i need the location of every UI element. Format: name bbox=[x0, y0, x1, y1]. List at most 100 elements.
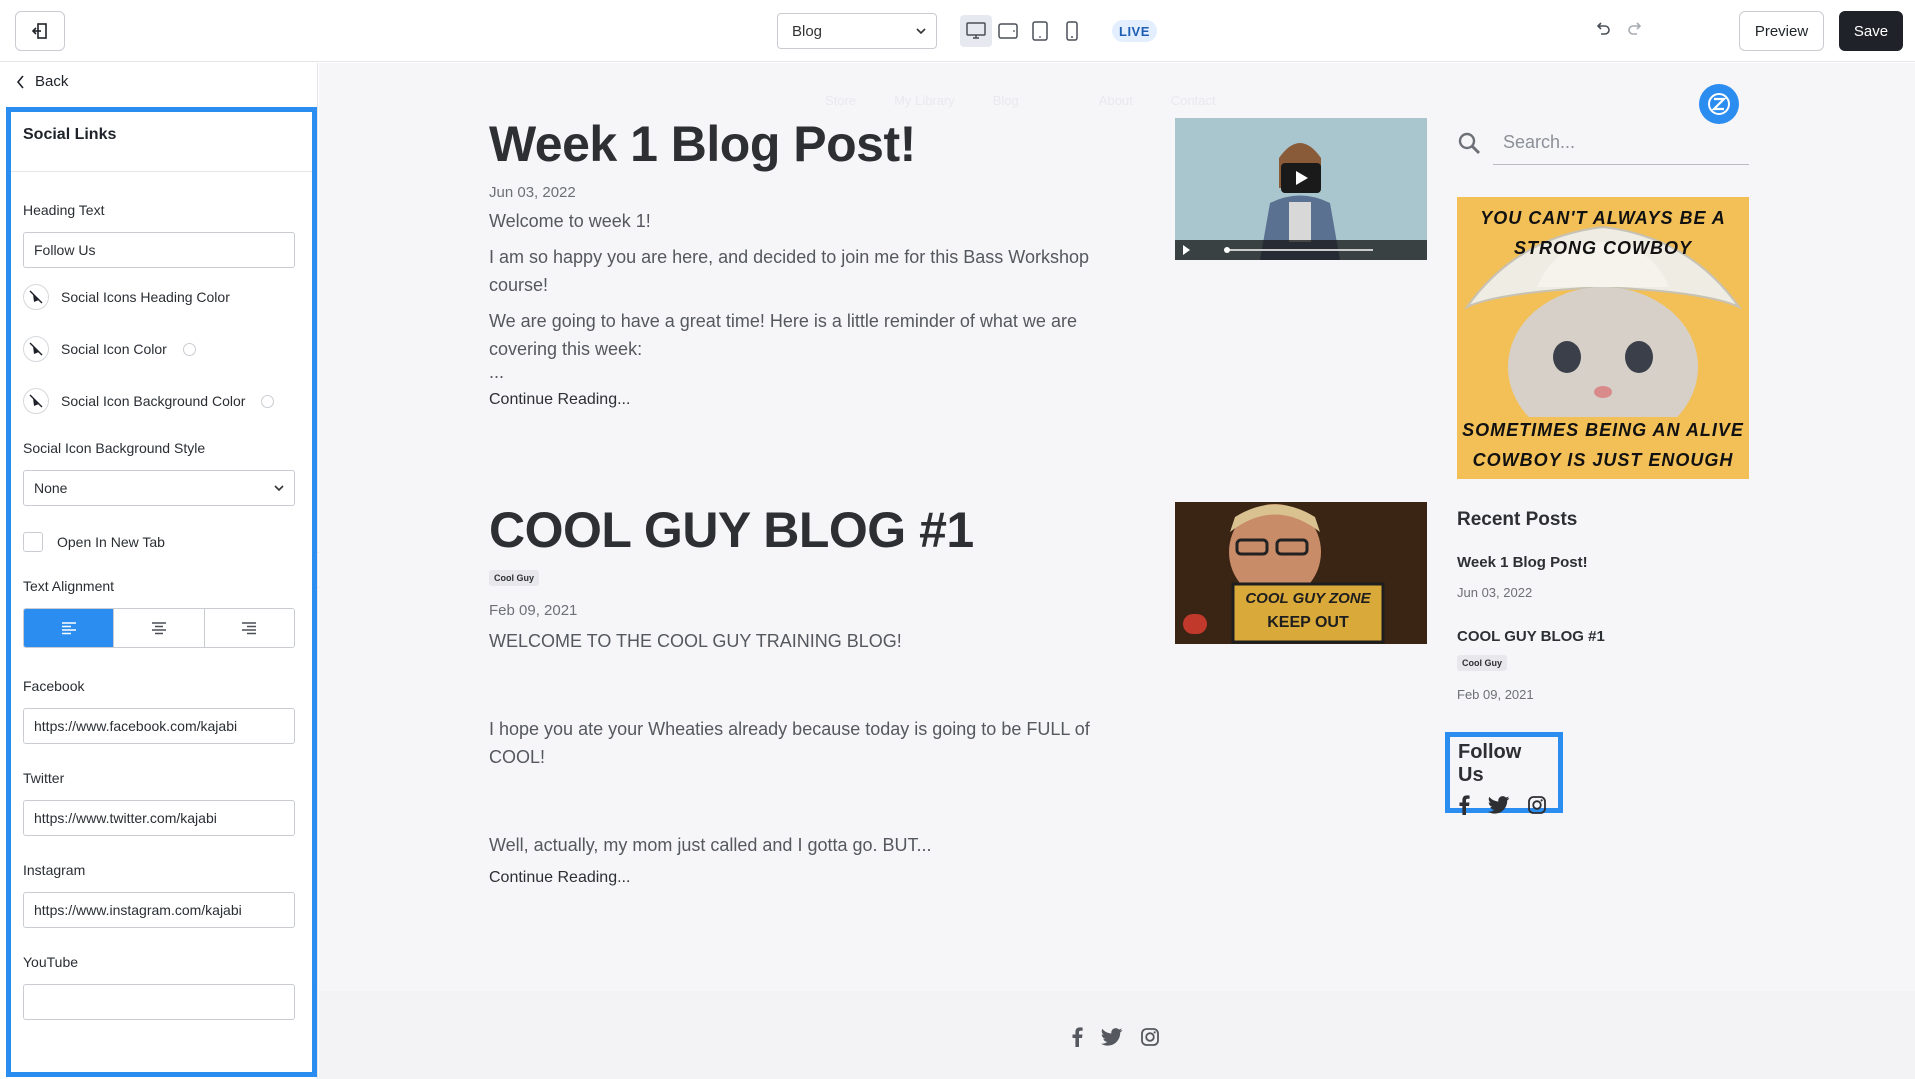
mobile-icon bbox=[1066, 21, 1078, 41]
post-tag[interactable]: Cool Guy bbox=[489, 570, 539, 586]
redo-button[interactable] bbox=[1626, 20, 1644, 43]
post-paragraph: I hope you ate your Wheaties already bec… bbox=[489, 719, 1090, 767]
nav-link-blog[interactable]: Blog bbox=[993, 93, 1019, 108]
continue-reading-link[interactable]: Continue Reading... bbox=[489, 869, 1149, 887]
undo-icon bbox=[1596, 22, 1610, 35]
post-paragraph: WELCOME TO THE COOL GUY TRAINING BLOG! bbox=[489, 631, 902, 651]
facebook-icon[interactable] bbox=[1458, 795, 1470, 815]
recent-post-link[interactable]: COOL GUY BLOG #1 bbox=[1457, 628, 1605, 645]
follow-us-heading: Follow Us bbox=[1458, 741, 1522, 786]
post-ellipsis: ... bbox=[489, 362, 505, 382]
icon-color-row[interactable]: Social Icon Color bbox=[23, 336, 300, 362]
post-2-thumbnail[interactable]: COOL GUY ZONE KEEP OUT bbox=[1175, 502, 1427, 644]
search-input[interactable]: Search... bbox=[1493, 121, 1749, 165]
facebook-label: Facebook bbox=[23, 678, 85, 694]
post-paragraph: I am so happy you are here, and decided … bbox=[489, 247, 1089, 295]
tablet-portrait-view-button[interactable] bbox=[1024, 15, 1056, 47]
recent-post-date: Feb 09, 2021 bbox=[1457, 687, 1534, 702]
blog-post-2: COOL GUY BLOG #1 Cool Guy Feb 09, 2021 W… bbox=[489, 503, 1149, 887]
icon-color-swatch[interactable] bbox=[23, 336, 49, 362]
chevron-down-icon bbox=[916, 28, 926, 34]
youtube-url-input[interactable] bbox=[23, 984, 295, 1020]
recent-post-link[interactable]: Week 1 Blog Post! bbox=[1457, 554, 1588, 571]
blog-search: Search... bbox=[1457, 119, 1749, 167]
icon-bg-color-label: Social Icon Background Color bbox=[61, 393, 246, 409]
follow-us-block[interactable]: Follow Us bbox=[1445, 732, 1563, 815]
heading-color-swatch[interactable] bbox=[23, 284, 49, 310]
meme-top-text: YOU CAN'T ALWAYS BE A STRONG COWBOY bbox=[1480, 208, 1726, 258]
page-canvas: Store My Library Blog About Contact Week… bbox=[319, 63, 1915, 1079]
align-left-button[interactable] bbox=[24, 609, 115, 647]
align-center-button[interactable] bbox=[114, 609, 205, 647]
icon-bg-color-swatch[interactable] bbox=[23, 388, 49, 414]
desktop-icon bbox=[966, 22, 986, 39]
nav-link-contact[interactable]: Contact bbox=[1171, 93, 1216, 108]
chevron-down-icon bbox=[274, 485, 284, 491]
recent-posts-title: Recent Posts bbox=[1457, 509, 1578, 530]
continue-reading-link[interactable]: Continue Reading... bbox=[489, 391, 1149, 409]
kajabi-logo-icon bbox=[1708, 93, 1730, 115]
settings-panel: Back Social Links Heading Text Follow Us… bbox=[0, 63, 318, 1079]
sign-text-top: COOL GUY ZONE bbox=[1245, 590, 1371, 607]
heading-color-row[interactable]: Social Icons Heading Color bbox=[23, 284, 300, 310]
icon-bg-color-row[interactable]: Social Icon Background Color bbox=[23, 388, 300, 414]
instagram-icon[interactable] bbox=[1528, 796, 1546, 814]
sidebar-image: YOU CAN'T ALWAYS BE A STRONG COWBOY SOME… bbox=[1457, 197, 1749, 479]
instagram-icon[interactable] bbox=[1141, 1028, 1159, 1046]
info-icon[interactable] bbox=[182, 342, 196, 356]
exit-editor-button[interactable] bbox=[15, 11, 65, 51]
back-link[interactable]: Back bbox=[16, 73, 68, 90]
mobile-view-button[interactable] bbox=[1056, 15, 1088, 47]
tablet-portrait-icon bbox=[1032, 21, 1048, 41]
social-icons bbox=[1458, 795, 1550, 815]
blog-post-1: Week 1 Blog Post! Jun 03, 2022 Welcome t… bbox=[489, 117, 1149, 409]
recent-post-tag[interactable]: Cool Guy bbox=[1457, 655, 1507, 671]
exit-icon bbox=[31, 23, 47, 39]
live-status-badge: LIVE bbox=[1112, 20, 1157, 42]
nav-link-store[interactable]: Store bbox=[825, 93, 856, 108]
youtube-label: YouTube bbox=[23, 954, 79, 970]
open-new-tab-row[interactable]: Open In New Tab bbox=[23, 532, 300, 552]
twitter-icon[interactable] bbox=[1101, 1028, 1123, 1046]
instagram-url-input[interactable]: https://www.instagram.com/kajabi bbox=[23, 892, 295, 928]
open-new-tab-checkbox[interactable] bbox=[23, 532, 43, 552]
heading-text-label: Heading Text bbox=[23, 202, 105, 218]
twitter-icon[interactable] bbox=[1488, 796, 1510, 814]
redo-icon bbox=[1628, 22, 1642, 35]
post-tag-wrap: Cool Guy bbox=[489, 568, 1149, 586]
post-paragraph: Well, actually, my mom just called and I… bbox=[489, 835, 932, 855]
tablet-landscape-view-button[interactable] bbox=[992, 15, 1024, 47]
info-icon[interactable] bbox=[261, 394, 275, 408]
desktop-view-button[interactable] bbox=[960, 15, 992, 47]
post-1-video[interactable] bbox=[1175, 118, 1427, 260]
align-right-icon bbox=[242, 622, 257, 635]
undo-button[interactable] bbox=[1594, 20, 1612, 43]
twitter-label: Twitter bbox=[23, 770, 65, 786]
tablet-landscape-icon bbox=[998, 23, 1018, 39]
meme-bottom-text: SOMETIMES BEING AN ALIVE COWBOY IS JUST … bbox=[1462, 420, 1744, 470]
preview-button[interactable]: Preview bbox=[1739, 11, 1824, 51]
nav-link-library[interactable]: My Library bbox=[894, 93, 955, 108]
footer-social-icons bbox=[1071, 1027, 1159, 1047]
nav-link-about[interactable]: About bbox=[1099, 93, 1133, 108]
post-title[interactable]: Week 1 Blog Post! bbox=[489, 117, 1149, 172]
device-preview-group bbox=[960, 15, 1088, 47]
post-title[interactable]: COOL GUY BLOG #1 bbox=[489, 503, 1149, 558]
bg-style-value: None bbox=[34, 480, 68, 496]
facebook-url-input[interactable]: https://www.facebook.com/kajabi bbox=[23, 708, 295, 744]
chevron-left-icon bbox=[16, 74, 24, 89]
page-select[interactable]: Blog bbox=[777, 13, 937, 49]
post-date: Jun 03, 2022 bbox=[489, 184, 576, 201]
sign-text-bottom: KEEP OUT bbox=[1267, 614, 1349, 631]
post-paragraph: We are going to have a great time! Here … bbox=[489, 311, 1077, 359]
save-button[interactable]: Save bbox=[1839, 11, 1903, 51]
heading-text-input[interactable]: Follow Us bbox=[23, 232, 295, 268]
site-footer bbox=[319, 991, 1915, 1079]
facebook-icon[interactable] bbox=[1071, 1027, 1083, 1047]
twitter-url-input[interactable]: https://www.twitter.com/kajabi bbox=[23, 800, 295, 836]
align-right-button[interactable] bbox=[204, 609, 294, 647]
bg-style-select[interactable]: None bbox=[23, 470, 295, 506]
brand-logo[interactable] bbox=[1699, 84, 1739, 124]
video-frame bbox=[1175, 118, 1427, 260]
social-links-settings: Social Links Heading Text Follow Us Soci… bbox=[6, 107, 317, 1077]
